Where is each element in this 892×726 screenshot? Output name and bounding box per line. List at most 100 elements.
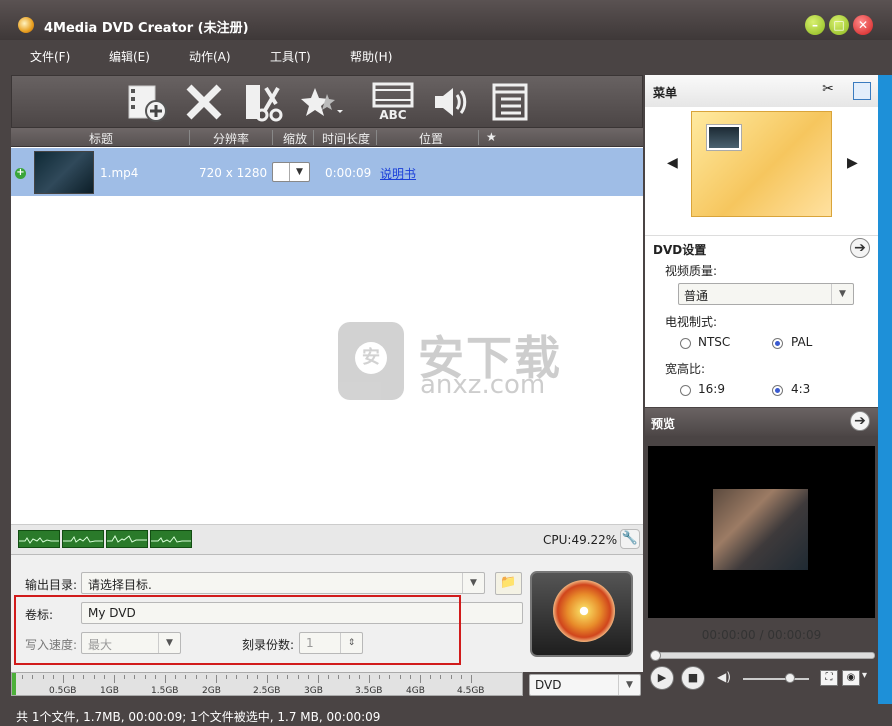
capacity-minor-tick <box>440 675 442 679</box>
capacity-tick-mark <box>471 675 472 683</box>
volume-slider[interactable] <box>743 678 809 680</box>
capacity-tick-label: 1GB <box>100 686 119 696</box>
capacity-minor-tick <box>93 675 95 679</box>
menu-help[interactable]: 帮助(H) <box>350 48 392 65</box>
output-path-input[interactable]: 请选择目标. ▼ <box>81 572 485 594</box>
quality-label: 视频质量: <box>665 264 718 278</box>
ntsc-radio[interactable] <box>680 338 691 349</box>
table-row[interactable]: + 1.mp4 720 x 1280 ▼ 0:00:09 说明书 <box>11 148 643 196</box>
menu-template-thumbnail[interactable] <box>691 111 832 217</box>
status-bar: 共 1个文件, 1.7MB, 00:00:09; 1个文件被选中, 1.7 MB… <box>0 704 892 726</box>
folder-icon[interactable]: 📁 <box>495 572 522 595</box>
fullscreen-icon[interactable]: ⛶ <box>820 670 838 686</box>
cpu-bar: CPU:49.22% 🔧 <box>11 524 643 554</box>
capacity-minor-tick <box>103 675 105 679</box>
watermark-glyph: 安 <box>355 342 387 374</box>
chapter-icon[interactable] <box>488 80 532 124</box>
chevron-down-icon: ▼ <box>618 675 640 695</box>
snapshot-icon[interactable]: ◉ <box>842 670 860 686</box>
watermark-en: anxz.com <box>420 370 546 400</box>
burn-button[interactable] <box>530 571 633 657</box>
disc-type-value: DVD <box>535 678 562 692</box>
list-column-header: 标题 分辨率 缩放 时间长度 位置 ★ <box>11 128 643 147</box>
layout-icon[interactable] <box>853 82 871 100</box>
col-resolution[interactable]: 分辨率 <box>213 130 249 147</box>
ratio-4-3-radio[interactable] <box>772 385 783 396</box>
minimize-button[interactable]: – <box>805 15 825 35</box>
capacity-minor-tick <box>236 675 238 679</box>
toolbar: ABC <box>11 75 643 128</box>
chevron-down-icon[interactable]: ▼ <box>462 573 484 593</box>
preview-time: 00:00:00 / 00:00:09 <box>701 628 822 642</box>
chevron-down-icon[interactable]: ▾ <box>862 670 867 681</box>
manual-link[interactable]: 说明书 <box>380 165 416 182</box>
col-divider <box>313 130 314 145</box>
col-title[interactable]: 标题 <box>89 130 113 147</box>
capacity-minor-tick <box>246 675 248 679</box>
wrench-icon[interactable]: 🔧 <box>620 529 640 549</box>
audio-icon[interactable] <box>429 80 473 124</box>
capacity-minor-tick <box>226 675 228 679</box>
maximize-button[interactable]: □ <box>829 15 849 35</box>
aspect-label: 宽高比: <box>665 362 706 376</box>
quality-select[interactable]: 普通 ▼ <box>678 283 854 305</box>
menu-edit[interactable]: 编辑(E) <box>109 48 150 65</box>
dvd-settings-header: DVD设置 ➔ <box>645 235 878 259</box>
prev-template-icon[interactable]: ◀ <box>667 155 678 171</box>
cpu-meter <box>106 530 148 548</box>
expand-icon[interactable]: + <box>15 168 26 179</box>
app-logo-icon <box>18 17 34 33</box>
col-star[interactable]: ★ <box>486 130 497 144</box>
highlight-box <box>14 595 461 665</box>
subtitle-icon[interactable]: ABC <box>371 80 415 124</box>
menu-tools[interactable]: 工具(T) <box>270 48 311 65</box>
capacity-minor-tick <box>338 675 340 679</box>
col-position[interactable]: 位置 <box>419 130 443 147</box>
effects-icon[interactable] <box>299 80 343 124</box>
seek-bar[interactable] <box>650 650 875 661</box>
stop-icon[interactable]: ■ <box>681 666 705 690</box>
pal-radio[interactable] <box>772 338 783 349</box>
arrow-right-icon[interactable]: ➔ <box>850 411 870 431</box>
capacity-minor-tick <box>348 675 350 679</box>
volume-icon[interactable]: ◀) <box>717 670 731 684</box>
menu-action[interactable]: 动作(A) <box>189 48 231 65</box>
capacity-minor-tick <box>185 675 187 679</box>
next-template-icon[interactable]: ▶ <box>847 155 858 171</box>
subtitle-label: ABC <box>379 108 407 122</box>
capacity-minor-tick <box>83 675 85 679</box>
shopping-bag-icon: 安 <box>338 322 404 400</box>
ratio-16-9-radio[interactable] <box>680 385 691 396</box>
capacity-minor-tick <box>73 675 75 679</box>
zoom-select[interactable]: ▼ <box>272 162 310 182</box>
capacity-minor-tick <box>175 675 177 679</box>
capacity-tick-label: 3.5GB <box>355 686 383 696</box>
output-label: 输出目录: <box>25 578 78 592</box>
file-duration: 0:00:09 <box>325 166 372 180</box>
capacity-tick-mark <box>63 675 64 683</box>
col-zoom[interactable]: 缩放 <box>283 130 307 147</box>
title-bar: 4Media DVD Creator (未注册) – □ ✕ <box>0 0 892 40</box>
video-thumbnail <box>34 151 94 194</box>
clip-icon[interactable] <box>240 80 284 124</box>
disc-usage-fill <box>12 673 16 695</box>
disc-type-select[interactable]: DVD ▼ <box>529 674 641 696</box>
delete-icon[interactable] <box>182 80 226 124</box>
volume-handle[interactable] <box>785 673 795 683</box>
play-icon[interactable]: ▶ <box>650 666 674 690</box>
file-resolution: 720 x 1280 <box>199 166 268 180</box>
menu-file[interactable]: 文件(F) <box>30 48 70 65</box>
close-button[interactable]: ✕ <box>853 15 873 35</box>
arrow-right-icon[interactable]: ➔ <box>850 238 870 258</box>
pal-label: PAL <box>791 335 813 349</box>
dvd-settings-title: DVD设置 <box>653 243 707 257</box>
add-video-icon[interactable] <box>125 80 169 124</box>
capacity-minor-tick <box>307 675 309 679</box>
capacity-tick-label: 3GB <box>304 686 323 696</box>
file-list[interactable]: + 1.mp4 720 x 1280 ▼ 0:00:09 说明书 安 安下载 a… <box>11 147 643 524</box>
cpu-usage: CPU:49.22% <box>543 533 618 547</box>
col-duration[interactable]: 时间长度 <box>322 130 370 147</box>
seek-handle[interactable] <box>650 650 661 661</box>
tools-icon[interactable]: ✂ <box>818 81 838 101</box>
capacity-minor-tick <box>328 675 330 679</box>
